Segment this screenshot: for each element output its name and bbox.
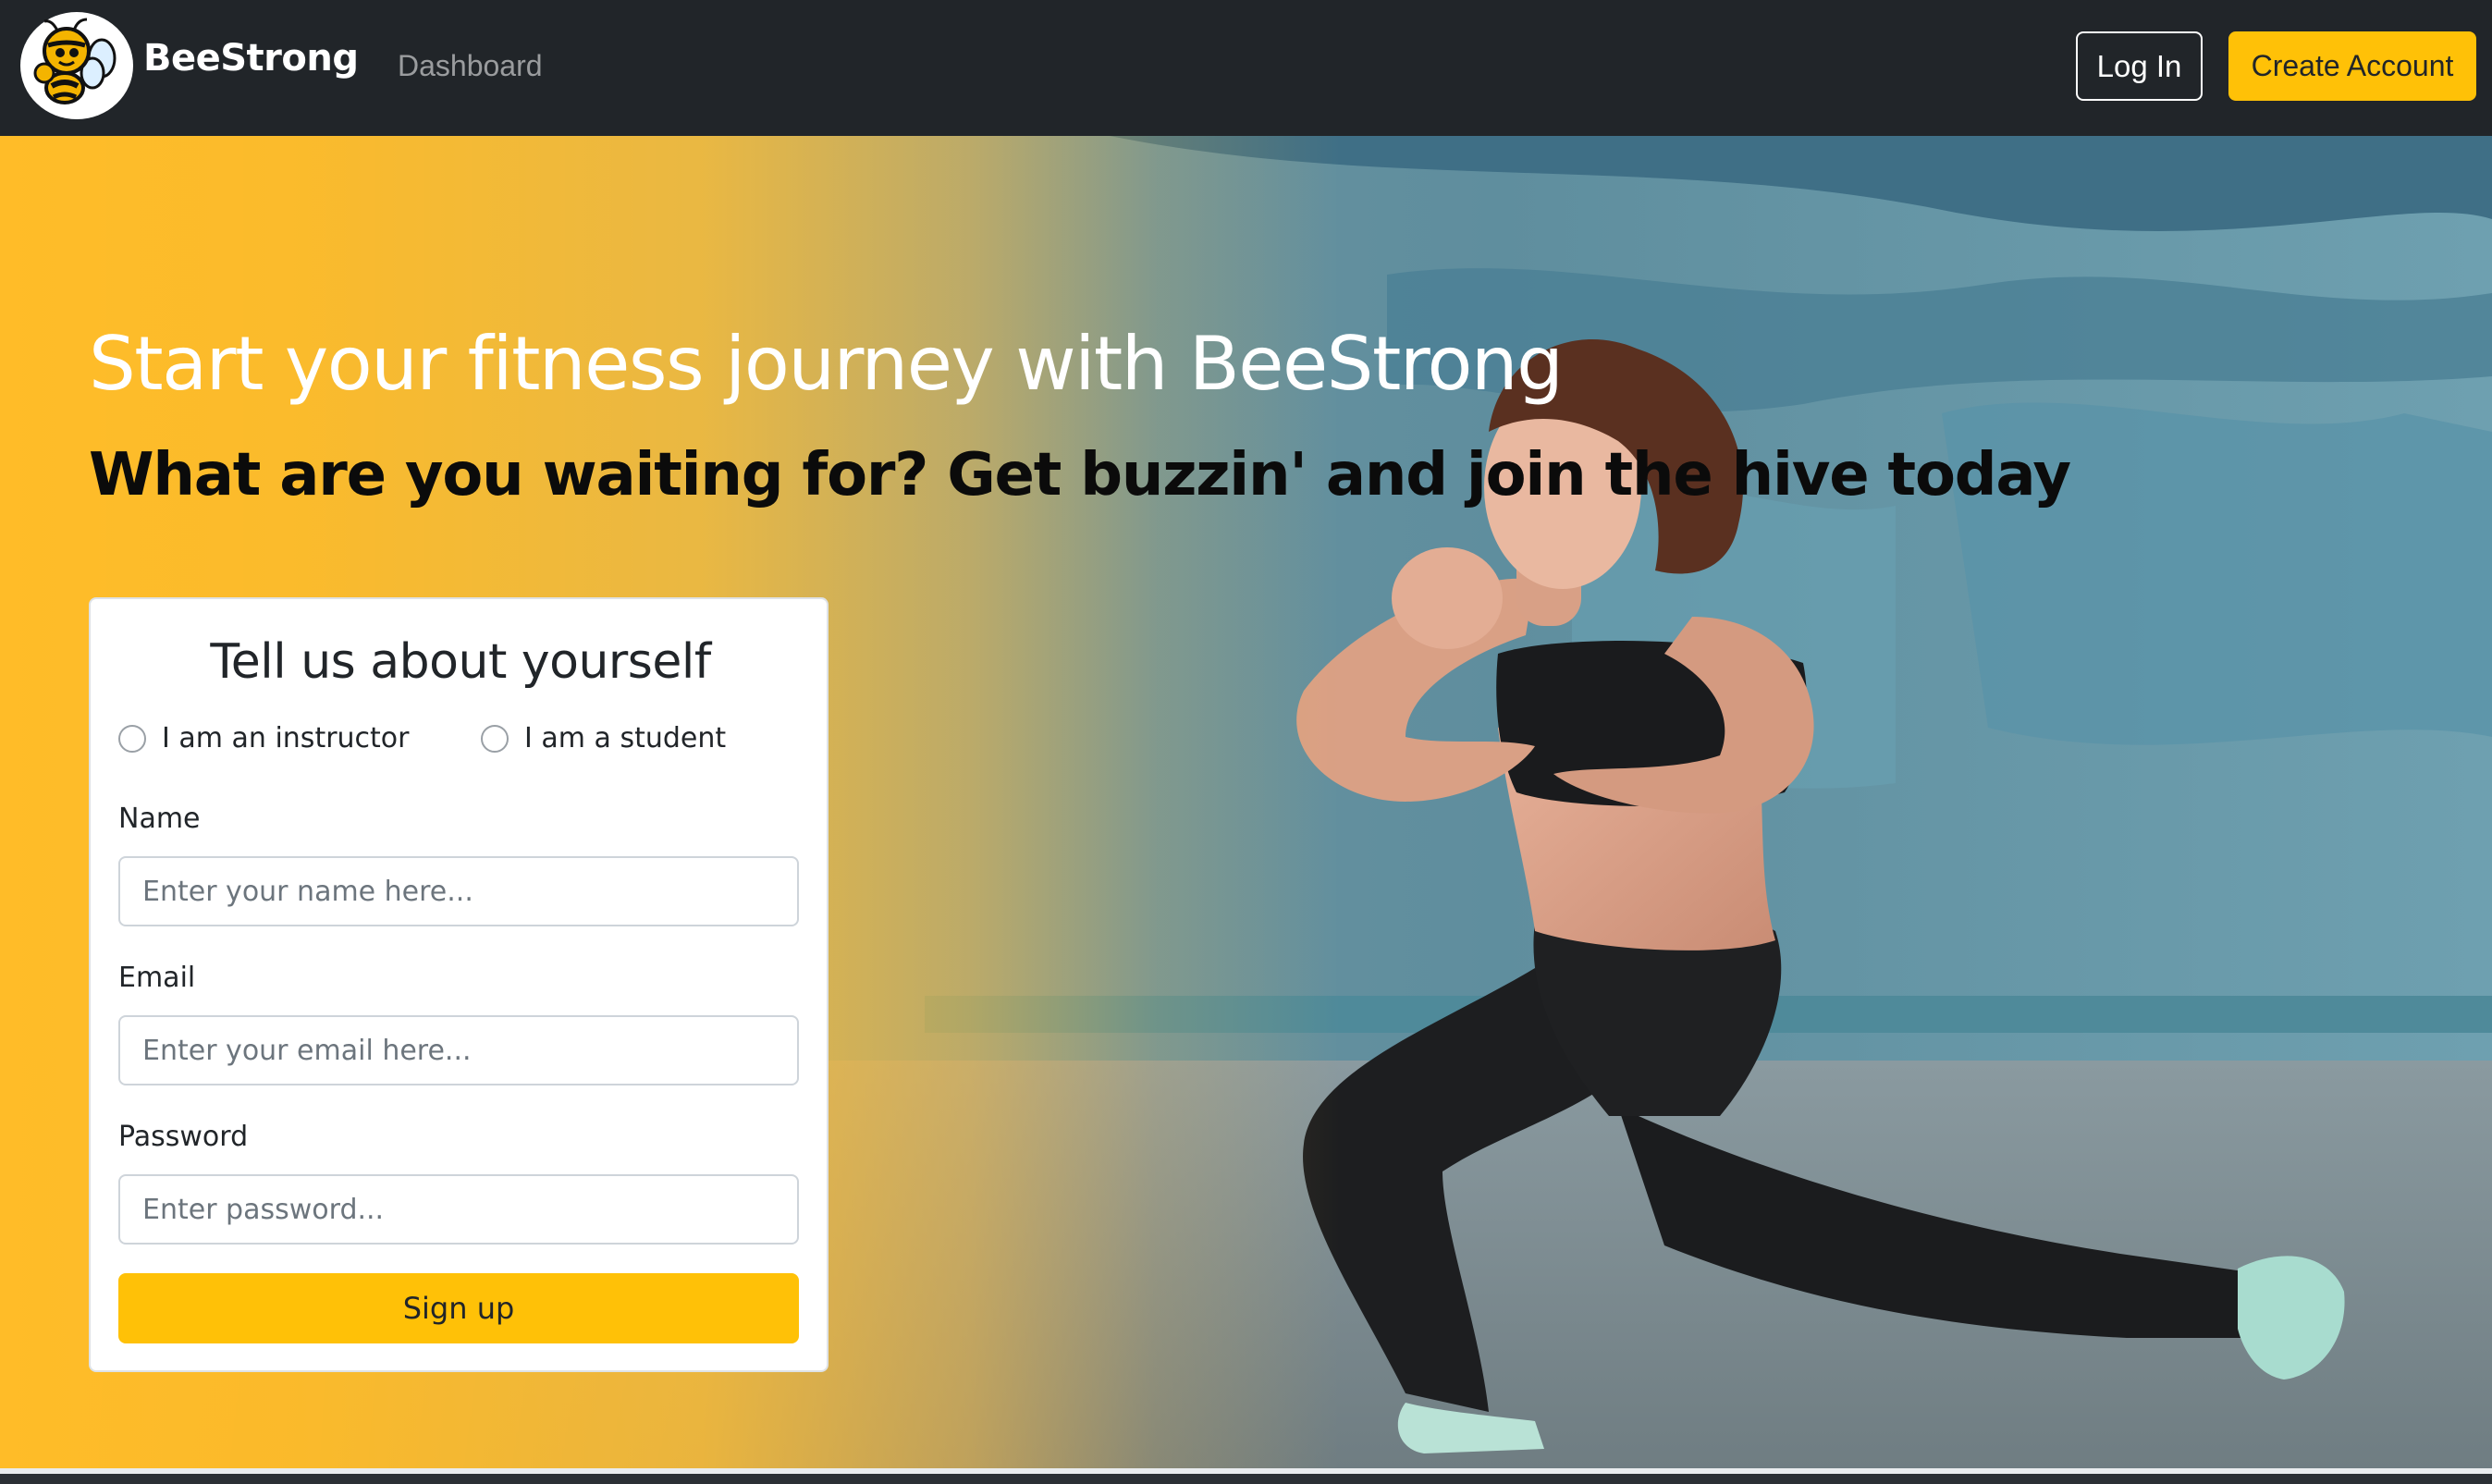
page-bottom-strip — [0, 1468, 2492, 1484]
form-title: Tell us about yourself — [210, 634, 711, 690]
hero-subtitle: What are you waiting for? Get buzzin' an… — [89, 441, 2071, 509]
student-radio-label[interactable]: I am a student — [524, 722, 726, 754]
brand-name[interactable]: BeeStrong — [143, 37, 359, 80]
bee-mascot-icon[interactable] — [20, 12, 133, 119]
name-input[interactable] — [118, 856, 799, 926]
sign-up-button[interactable]: Sign up — [118, 1273, 799, 1343]
top-navbar: BeeStrong Dashboard Log In Create Accoun… — [0, 0, 2492, 136]
password-label: Password — [118, 1121, 249, 1153]
instructor-radio-label[interactable]: I am an instructor — [162, 722, 410, 754]
password-input[interactable] — [118, 1174, 799, 1245]
nav-link-dashboard[interactable]: Dashboard — [398, 49, 543, 83]
page-bottom-border — [0, 1468, 2492, 1474]
instructor-radio[interactable] — [118, 725, 146, 753]
email-input[interactable] — [118, 1015, 799, 1085]
login-button[interactable]: Log In — [2076, 31, 2203, 101]
student-radio[interactable] — [481, 725, 509, 753]
create-account-button[interactable]: Create Account — [2228, 31, 2476, 101]
hero-section: Start your fitness journey with BeeStron… — [0, 136, 2492, 1468]
email-label: Email — [118, 962, 196, 994]
name-label: Name — [118, 803, 201, 835]
hero-title: Start your fitness journey with BeeStron… — [89, 321, 1564, 407]
signup-form-card: Tell us about yourself I am an instructo… — [89, 597, 829, 1372]
